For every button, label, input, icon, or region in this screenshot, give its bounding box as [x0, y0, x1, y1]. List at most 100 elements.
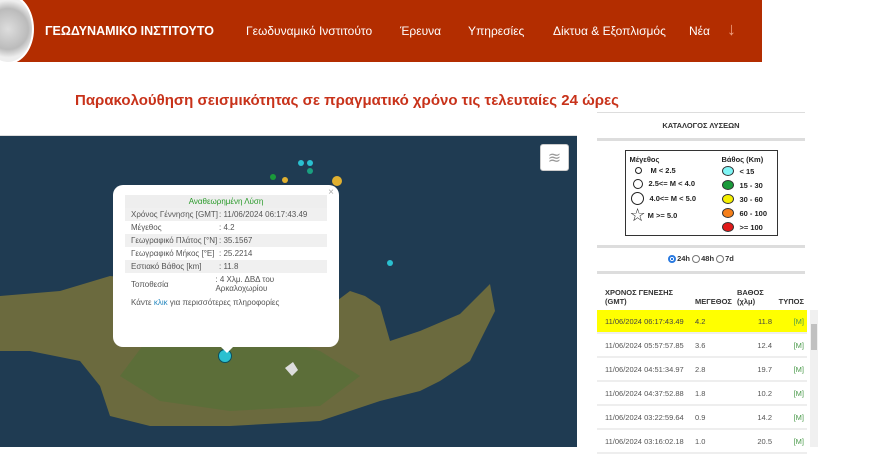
event-marker[interactable] — [307, 160, 313, 166]
small-circle-icon — [634, 167, 642, 174]
table-row[interactable]: 11/06/2024 03:16:02.18 1.0 20.5 [M] — [597, 430, 807, 454]
site-header: ΓΕΩΔΥΝΑΜΙΚΟ ΙΝΣΤΙΤΟΥΤΟ Γεωδυναμικό Ινστι… — [0, 0, 762, 64]
close-icon[interactable]: × — [328, 187, 334, 198]
radio-24h[interactable]: 24h — [668, 254, 690, 263]
scrollbar-thumb[interactable] — [811, 324, 817, 350]
table-cell: 11/06/2024 06:17:43.49 — [605, 316, 684, 326]
table-row[interactable]: 11/06/2024 03:22:59.64 0.9 14.2 [M] — [597, 406, 807, 430]
legend-magnitude-title: Μέγεθος — [629, 155, 660, 164]
legend-label: 2.5<= M < 4.0 — [648, 179, 696, 188]
event-marker[interactable] — [298, 160, 304, 166]
col-depth[interactable]: ΒΑΘΟΣ (χλμ) — [727, 288, 772, 306]
table-cell: 1.8 — [695, 388, 706, 398]
table-cell: 11.8 — [757, 316, 772, 326]
table-cell: 20.5 — [757, 436, 772, 446]
popup-row: Γεωγραφικό Μήκος [°E] : 25.2214 — [125, 247, 327, 260]
nav-services[interactable]: Υπηρεσίες — [468, 24, 524, 38]
event-marker[interactable] — [270, 174, 276, 180]
radio-48h[interactable]: 48h — [692, 254, 714, 263]
popup-row: Μέγεθος : 4.2 — [125, 221, 327, 234]
radio-7d[interactable]: 7d — [716, 254, 734, 263]
legend-label: M < 2.5 — [650, 166, 676, 175]
popup-value: : 4 Χλμ. ΔΒΔ του Αρκαλοχωρίου — [215, 275, 275, 293]
table-row[interactable]: 11/06/2024 06:17:43.49 4.2 11.8 [M] — [597, 310, 807, 334]
table-cell: 0.9 — [695, 412, 706, 422]
table-cell: 11/06/2024 04:37:52.88 — [605, 388, 684, 398]
popup-row: Γεωγραφικό Πλάτος [°N]: 35.1567 — [125, 234, 327, 247]
table-cell: 11/06/2024 03:16:02.18 — [605, 436, 684, 446]
arrow-down-icon[interactable]: ↓ — [727, 19, 736, 40]
event-marker[interactable] — [387, 260, 393, 266]
popup-key: Γεωγραφικό Μήκος [°E] — [131, 249, 215, 258]
event-popup: × Αναθεωρημένη Λύση Χρόνος Γέννησης [GMT… — [113, 185, 339, 353]
depth-color-icon — [721, 180, 734, 190]
col-time[interactable]: ΧΡΟΝΟΣ ΓΕΝΕΣΗΣ (GMT) — [597, 288, 687, 306]
legend-label: 15 - 30 — [739, 180, 763, 190]
popup-value: : 25.2214 — [219, 249, 253, 258]
table-row[interactable]: 11/06/2024 04:37:52.88 1.8 10.2 [M] — [597, 382, 807, 406]
table-cell: [M] — [793, 388, 804, 398]
table-scrollbar[interactable] — [810, 310, 818, 447]
table-cell: 3.6 — [695, 340, 706, 350]
popup-row: Τοποθεσία : 4 Χλμ. ΔΒΔ του Αρκαλοχωρίου — [125, 273, 327, 295]
table-cell: [M] — [793, 364, 804, 374]
layers-icon: ≋ — [547, 149, 562, 167]
catalog-title: ΚΑΤΑΛΟΓΟΣ ΛΥΣΕΩΝ — [597, 112, 805, 141]
popup-key: Μέγεθος — [131, 223, 162, 232]
legend-label: 60 - 100 — [739, 208, 768, 218]
legend-label: M >= 5.0 — [647, 210, 678, 220]
popup-row: Εστιακό Βάθος [km]: 11.8 — [125, 260, 327, 273]
nav-news[interactable]: Νέα — [689, 24, 710, 38]
popup-value: : 4.2 — [219, 223, 235, 232]
brand-name[interactable]: ΓΕΩΔΥΝΑΜΙΚΟ ΙΝΣΤΙΤΟΥΤΟ — [45, 24, 214, 38]
table-cell: 14.2 — [757, 412, 772, 422]
table-cell: [M] — [793, 340, 804, 350]
table-cell: 4.2 — [695, 316, 706, 326]
table-cell: 12.4 — [757, 340, 772, 350]
more-info-link[interactable]: κλικ — [154, 298, 168, 307]
popup-value: : 35.1567 — [219, 236, 253, 245]
popup-key: Χρόνος Γέννησης [GMT] — [131, 210, 218, 219]
period-selector: 24h 48h 7d — [597, 245, 805, 274]
table-cell: [M] — [793, 316, 804, 326]
event-marker[interactable] — [282, 177, 288, 183]
legend-label: 4.0<= M < 5.0 — [649, 193, 697, 203]
popup-key: Εστιακό Βάθος [km] — [131, 262, 202, 271]
events-table: ΧΡΟΝΟΣ ΓΕΝΕΣΗΣ (GMT) ΜΕΓΕΘΟΣ ΒΑΘΟΣ (χλμ)… — [597, 285, 820, 454]
col-type[interactable]: ΤΥΠΟΣ — [772, 297, 807, 306]
popup-key: Γεωγραφικό Πλάτος [°N] — [131, 236, 218, 245]
legend-label: >= 100 — [739, 222, 763, 232]
more-info-text: Κάντε — [131, 298, 154, 307]
seismic-map[interactable]: ≋ × Αναθεωρημένη Λύση Χρόνος Γέννησης [G… — [0, 135, 577, 447]
table-cell: 1.0 — [695, 436, 706, 446]
map-legend: Μέγεθος M < 2.5 2.5<= M < 4.0 4.0<= M < … — [624, 150, 778, 236]
popup-key: Τοποθεσία — [131, 279, 169, 289]
nav-institute[interactable]: Γεωδυναμικό Ινστιτούτο — [246, 24, 372, 38]
table-row[interactable]: 11/06/2024 04:51:34.97 2.8 19.7 [M] — [597, 358, 807, 382]
table-cell: 11/06/2024 05:57:57.85 — [605, 340, 684, 350]
layers-button[interactable]: ≋ — [540, 144, 569, 171]
nav-research[interactable]: Έρευνα — [400, 24, 441, 38]
depth-color-icon — [721, 166, 734, 176]
event-marker[interactable] — [332, 176, 342, 186]
more-info: Κάντε κλικ για περισσότερες πληροφορίες — [125, 295, 327, 310]
star-icon: ☆ — [629, 204, 646, 225]
col-magnitude[interactable]: ΜΕΓΕΘΟΣ — [687, 297, 732, 306]
nav-networks[interactable]: Δίκτυα & Εξοπλισμός — [553, 24, 666, 38]
legend-label: < 15 — [739, 166, 755, 176]
popup-row: Χρόνος Γέννησης [GMT]: 11/06/2024 06:17:… — [125, 208, 327, 221]
table-cell: [M] — [793, 436, 804, 446]
depth-color-icon — [721, 194, 734, 204]
table-header: ΧΡΟΝΟΣ ΓΕΝΕΣΗΣ (GMT) ΜΕΓΕΘΟΣ ΒΑΘΟΣ (χλμ)… — [597, 285, 820, 310]
table-row[interactable]: 11/06/2024 05:57:57.85 3.6 12.4 [M] — [597, 334, 807, 358]
popup-heading: Αναθεωρημένη Λύση — [125, 195, 327, 208]
table-cell: 11/06/2024 03:22:59.64 — [605, 412, 684, 422]
legend-depth-title: Βάθος (Km) — [721, 155, 764, 164]
depth-color-icon — [721, 222, 734, 232]
table-cell: [M] — [793, 412, 804, 422]
popup-value: : 11/06/2024 06:17:43.49 — [219, 210, 308, 219]
event-marker[interactable] — [307, 168, 313, 174]
catalog-panel: ΚΑΤΑΛΟΓΟΣ ΛΥΣΕΩΝ Μέγεθος M < 2.5 2.5<= M… — [597, 112, 805, 274]
table-cell: 11/06/2024 04:51:34.97 — [605, 364, 684, 374]
institute-logo[interactable] — [0, 0, 34, 64]
